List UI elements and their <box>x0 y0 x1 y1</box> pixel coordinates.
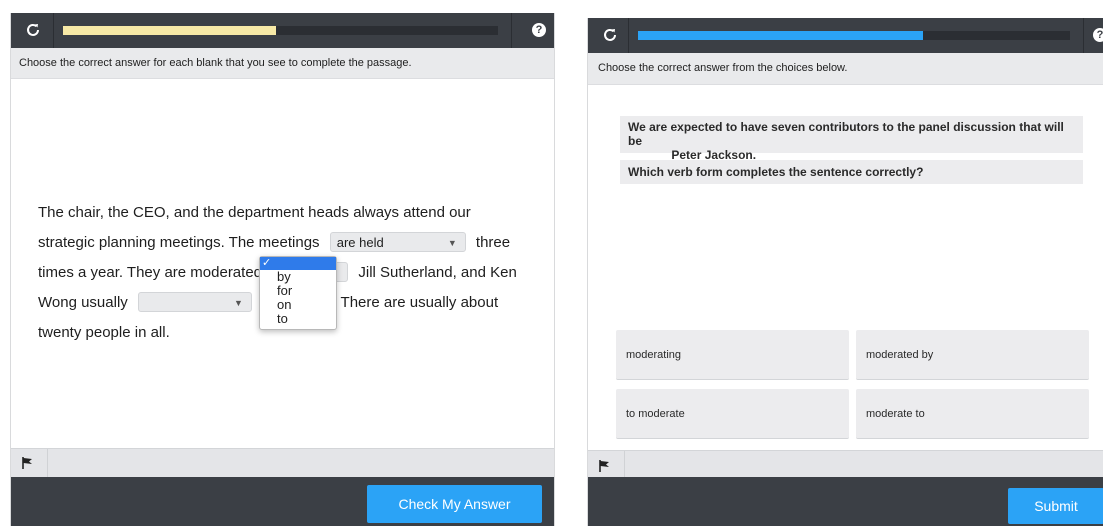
bottom-bar: Submit <box>588 477 1103 526</box>
choice-moderate-to[interactable]: moderate to <box>856 389 1089 439</box>
flag-divider <box>47 449 48 478</box>
select-dropdown-menu[interactable]: ✓ by for on to <box>259 256 337 330</box>
top-toolbar: ? <box>11 13 554 48</box>
left-quiz-panel: ? Choose the correct answer for each bla… <box>10 13 555 526</box>
progress-fill <box>638 31 924 40</box>
top-toolbar: ? <box>588 18 1103 53</box>
passage-text: twenty people in all. <box>38 324 170 341</box>
dropdown-arrow-icon: ▼ <box>234 298 243 309</box>
help-icon[interactable]: ? <box>1093 28 1103 42</box>
passage-text: Jill Sutherland, and Ken <box>358 264 517 281</box>
passage-text: three <box>475 234 511 251</box>
passage-text: Wong usually <box>38 294 128 311</box>
instruction-text: Choose the correct answer for each blank… <box>11 48 554 79</box>
question-stem: We are expected to have seven contributo… <box>620 116 1083 162</box>
flag-icon[interactable] <box>21 456 35 470</box>
choice-moderated-by[interactable]: moderated by <box>856 330 1089 380</box>
flag-divider <box>624 451 625 478</box>
passage-text: The chair, the CEO, and the department h… <box>38 204 471 221</box>
question-prompt: Which verb form completes the sentence c… <box>620 160 1083 184</box>
passage-line: strategic planning meetings. The meeting… <box>38 228 518 258</box>
toolbar-divider <box>628 18 629 53</box>
passage-text: . There are usually about <box>332 294 499 311</box>
progress-bar <box>63 26 498 35</box>
toolbar-divider <box>1083 18 1084 53</box>
choice-moderating[interactable]: moderating <box>616 330 849 380</box>
answer-select-1[interactable]: are held ▼ <box>329 232 466 253</box>
question-line: We are expected to have seven contributo… <box>628 120 1064 148</box>
refresh-icon[interactable] <box>598 23 622 47</box>
dropdown-option-for[interactable]: for <box>260 284 336 298</box>
choice-to-moderate[interactable]: to moderate <box>616 389 849 439</box>
toolbar-divider <box>53 13 54 48</box>
dropdown-option-by[interactable]: by <box>260 270 336 284</box>
check-answer-button[interactable]: Check My Answer <box>367 485 542 523</box>
passage-text: strategic planning meetings. The meeting… <box>38 234 320 251</box>
help-icon[interactable]: ? <box>532 23 546 37</box>
flag-bar <box>588 450 1103 478</box>
refresh-icon[interactable] <box>21 18 45 42</box>
answer-select-3[interactable]: ▼ <box>137 292 252 313</box>
right-quiz-panel: ? Choose the correct answer from the cho… <box>587 18 1103 526</box>
instruction-text: Choose the correct answer from the choic… <box>588 53 1103 85</box>
progress-fill <box>63 26 277 35</box>
dropdown-arrow-icon: ▼ <box>447 238 457 249</box>
passage-text: times a year. They are moderated <box>38 264 263 281</box>
progress-bar <box>638 31 1070 40</box>
submit-button[interactable]: Submit <box>1008 488 1103 524</box>
dropdown-option-on[interactable]: on <box>260 298 336 312</box>
passage-line: The chair, the CEO, and the department h… <box>38 198 518 228</box>
dropdown-option-selected[interactable]: ✓ <box>260 257 336 270</box>
flag-bar <box>11 448 554 478</box>
dropdown-option-to[interactable]: to <box>260 312 336 326</box>
toolbar-divider <box>511 13 512 48</box>
bottom-bar: Check My Answer <box>11 477 554 526</box>
flag-icon[interactable] <box>598 459 612 473</box>
select-value: are held <box>336 235 384 251</box>
